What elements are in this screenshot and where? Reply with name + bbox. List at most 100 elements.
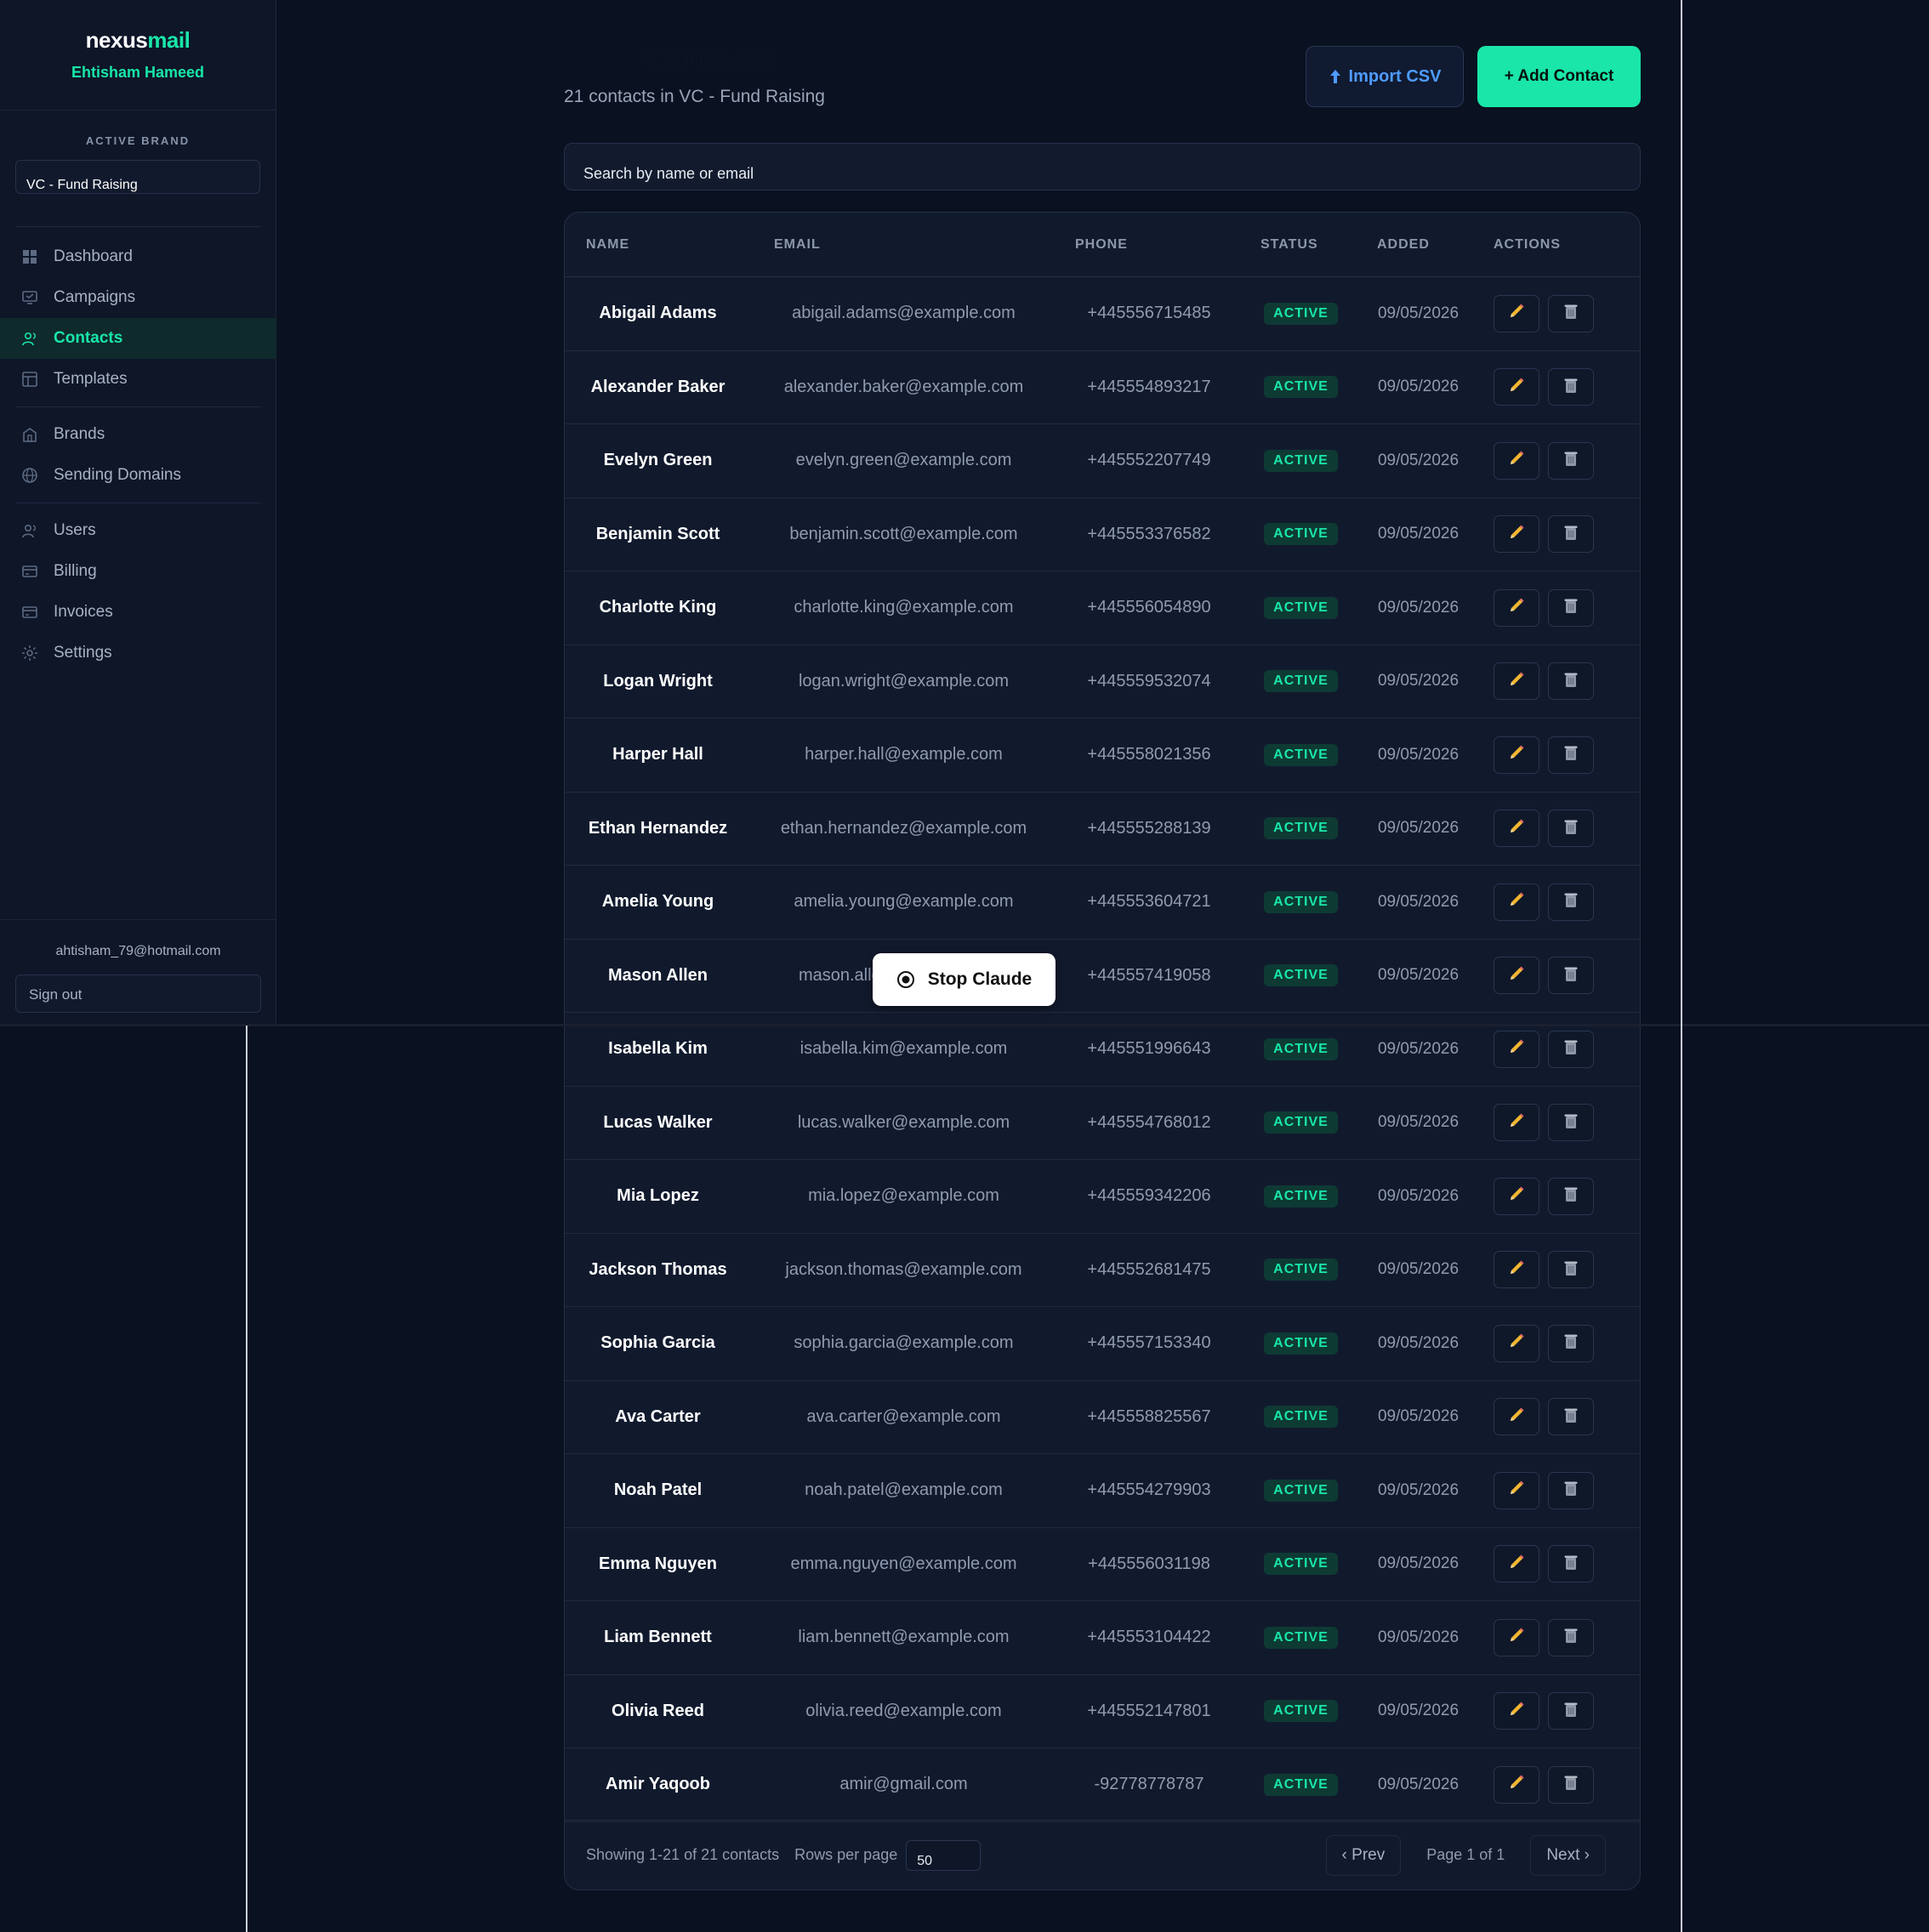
edit-contact-button[interactable] [1494,957,1539,995]
edit-contact-button[interactable] [1494,368,1539,406]
table-row[interactable]: Mia Lopez mia.lopez@example.com +445559342… [565,1160,1640,1234]
sidebar-item-brands[interactable]: Brands [0,414,276,455]
table-row[interactable]: Lucas Walker lucas.walker@example.com +445… [565,1087,1640,1160]
delete-contact-button[interactable] [1548,1692,1594,1730]
edit-contact-button[interactable] [1494,1545,1539,1583]
delete-contact-button[interactable] [1548,1030,1594,1068]
edit-contact-button[interactable] [1494,1104,1539,1142]
import-csv-label: Import CSV [1348,66,1442,86]
edit-contact-button[interactable] [1494,441,1539,480]
column-header-email[interactable]: EMAIL [751,237,1056,253]
table-row[interactable]: Alexander Baker alexander.baker@example.c… [565,351,1640,424]
status-badge: ACTIVE [1264,1259,1338,1281]
delete-contact-button[interactable] [1548,1618,1594,1656]
delete-contact-button[interactable] [1548,1765,1594,1804]
edit-contact-button[interactable] [1494,1177,1539,1215]
delete-contact-button[interactable] [1548,736,1594,774]
column-header-name[interactable]: NAME [565,237,751,253]
sign-out-button[interactable]: Sign out [15,975,261,1013]
sidebar-item-invoices[interactable]: Invoices [0,592,276,633]
table-row[interactable]: Harper Hall harper.hall@example.com +44555… [565,719,1640,793]
table-row[interactable]: Ava Carter ava.carter@example.com +4455588… [565,1381,1640,1454]
delete-contact-button[interactable] [1548,1545,1594,1583]
table-row[interactable]: Liam Bennett liam.bennett@example.com +445… [565,1601,1640,1675]
import-csv-button[interactable]: Import CSV [1306,46,1464,107]
sidebar-item-billing[interactable]: Billing [0,551,276,592]
sidebar-item-campaigns[interactable]: Campaigns [0,277,276,318]
table-row[interactable]: Logan Wright logan.wright@example.com +445… [565,645,1640,719]
delete-contact-button[interactable] [1548,662,1594,701]
delete-contact-button[interactable] [1548,588,1594,627]
table-row[interactable]: Mason Allenmason.allen@example.com+44555… [565,940,1640,1013]
users-icon [22,332,36,346]
table-row[interactable]: Evelyn Green evelyn.green@example.com +445… [565,424,1640,498]
contact-phone: +445556031198 [1088,1554,1210,1573]
prev-page-button[interactable]: ‹ Prev [1325,1834,1402,1876]
edit-contact-button[interactable] [1494,1398,1539,1436]
contact-email: lucas.walker@example.com [797,1112,1010,1132]
edit-contact-button[interactable] [1494,1471,1539,1509]
delete-contact-button[interactable] [1548,1177,1594,1215]
table-row[interactable]: Sophia Garcia sophia.garcia@example.com +4… [565,1307,1640,1381]
edit-contact-button[interactable] [1494,1030,1539,1068]
edit-contact-button[interactable] [1494,588,1539,627]
edit-contact-button[interactable] [1494,1324,1539,1362]
edit-contact-button[interactable] [1494,736,1539,774]
column-header-status[interactable]: STATUS [1242,237,1360,253]
delete-contact-button[interactable] [1548,883,1594,921]
sidebar-item-sending-domains[interactable]: Sending Domains [0,455,276,496]
column-header-actions: ACTIONS [1494,236,1561,252]
table-row[interactable]: Jackson Thomas jackson.thomas@example.com… [565,1234,1640,1307]
sidebar-item-label: Contacts [54,329,123,347]
delete-contact-button[interactable] [1548,294,1594,332]
sidebar-item-dashboard[interactable]: Dashboard [0,236,276,277]
table-row[interactable]: Abigail Adams abigail.adams@example.com +4… [565,277,1640,351]
next-page-button[interactable]: Next › [1530,1834,1606,1876]
table-row[interactable]: Emma Nguyen emma.nguyen@example.com +44555… [565,1528,1640,1601]
sidebar-item-users[interactable]: Users [0,510,276,551]
table-row[interactable]: Charlotte King charlotte.king@example.com… [565,571,1640,645]
column-header-phone[interactable]: PHONE [1056,237,1242,253]
edit-contact-button[interactable] [1494,662,1539,701]
delete-contact-button[interactable] [1548,368,1594,406]
contact-name: Liam Bennett [604,1628,712,1647]
delete-contact-button[interactable] [1548,1398,1594,1436]
edit-contact-button[interactable] [1494,810,1539,848]
column-header-added[interactable]: ADDED [1360,237,1494,253]
delete-contact-button[interactable] [1548,441,1594,480]
app-logo[interactable]: nexusmail [0,27,276,54]
delete-contact-button[interactable] [1548,1251,1594,1289]
delete-contact-button[interactable] [1548,1471,1594,1509]
table-row[interactable]: Ethan Hernandez ethan.hernandez@example.c… [565,793,1640,866]
search-input[interactable]: Search by name or email [564,143,1641,190]
row-actions [1477,1177,1594,1215]
edit-contact-button[interactable] [1494,515,1539,554]
add-contact-button[interactable]: + Add Contact [1477,46,1641,107]
delete-contact-button[interactable] [1548,515,1594,554]
table-row[interactable]: Noah Patel noah.patel@example.com +4455542… [565,1454,1640,1528]
table-row[interactable]: Olivia Reed olivia.reed@example.com +44555… [565,1675,1640,1748]
table-row[interactable]: Benjamin Scott benjamin.scott@example.com… [565,498,1640,571]
table-row[interactable]: Amir Yaqoob amir@gmail.com -92778778787 ACT… [565,1748,1640,1822]
edit-contact-button[interactable] [1494,1251,1539,1289]
edit-contact-button[interactable] [1494,883,1539,921]
sidebar-item-label: Invoices [54,603,113,621]
edit-contact-button[interactable] [1494,294,1539,332]
sidebar-item-contacts[interactable]: Contacts [0,318,276,359]
delete-contact-button[interactable] [1548,1324,1594,1362]
rows-per-page-select[interactable]: 50 [906,1839,982,1871]
pencil-icon [1507,1111,1526,1134]
edit-contact-button[interactable] [1494,1765,1539,1804]
delete-contact-button[interactable] [1548,1104,1594,1142]
delete-contact-button[interactable] [1548,957,1594,995]
table-row[interactable]: Amelia Young amelia.young@example.com +445… [565,866,1640,940]
delete-contact-button[interactable] [1548,810,1594,848]
sidebar-item-settings[interactable]: Settings [0,633,276,673]
edit-contact-button[interactable] [1494,1692,1539,1730]
edit-contact-button[interactable] [1494,1618,1539,1656]
contact-added-date: 09/05/2026 [1377,1702,1460,1720]
stop-claude-button[interactable]: Stop Claude [873,953,1056,1006]
table-body: Abigail Adams abigail.adams@example.com +4… [565,277,1640,1822]
sidebar-item-templates[interactable]: Templates [0,359,276,400]
brand-select[interactable]: VC - Fund Raising [15,160,260,194]
